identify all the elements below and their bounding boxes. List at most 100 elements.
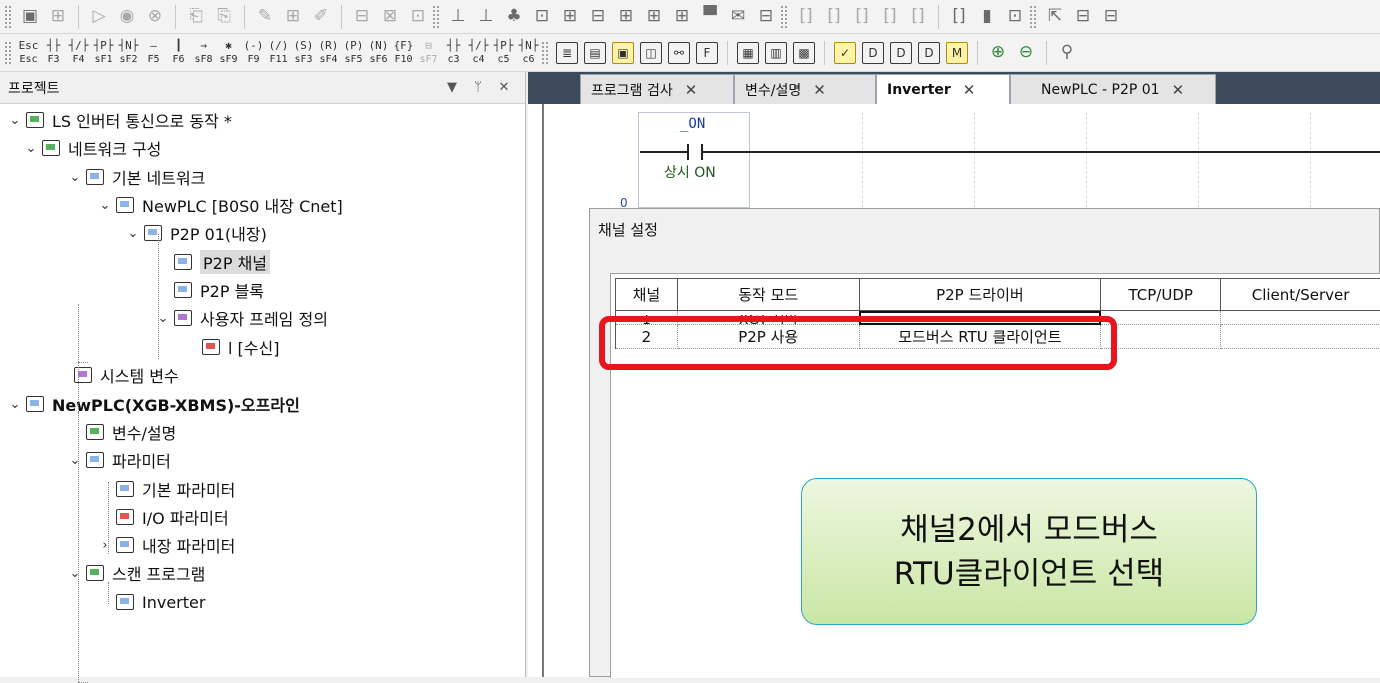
ladder-key-sf3[interactable]: (S)sF3 [292,36,315,70]
goto-icon[interactable]: ⊞ [613,4,639,30]
device-dd-icon[interactable]: D [890,42,912,64]
column-header-channel[interactable]: 채널 [616,279,678,311]
copy-icon[interactable]: ⊥ [473,4,499,30]
ladder-key-f9[interactable]: (-)F9 [242,36,265,70]
tree-scan-program[interactable]: ⌄스캔 프로그램 [66,559,205,587]
tree-inverter[interactable]: Inverter [96,588,205,616]
ladder-key-sf2[interactable]: ┤N├sF2 [117,36,140,70]
settings-icon[interactable]: ⊟ [753,4,779,30]
device-db-icon[interactable]: D [918,42,940,64]
chevron-down-icon[interactable]: ⌄ [6,397,24,412]
tree-io-params[interactable]: I/O 파라미터 [96,503,229,531]
print-icon[interactable]: ▀ [697,4,723,30]
ladder-key-sf4[interactable]: (R)sF4 [317,36,340,70]
tree-p2p-channel[interactable]: P2P 채널 [154,248,270,276]
chevron-down-icon[interactable]: ⌄ [66,453,84,468]
ladder-key-sf5[interactable]: (P)sF5 [342,36,365,70]
chevron-down-icon[interactable]: ⌄ [96,198,114,213]
bracket-2-icon[interactable]: [] [821,4,847,30]
tree-builtin-params[interactable]: ›내장 파라미터 [96,531,235,559]
panel-close-icon[interactable]: ✕ [491,80,517,95]
ladder-key-sf1[interactable]: ┤P├sF1 [92,36,115,70]
chevron-down-icon[interactable]: ⌄ [154,311,172,326]
tab-variables[interactable]: 변수/설명✕ [734,74,876,104]
diagnose-icon[interactable]: ⊡ [405,4,431,30]
zoom-fit-icon[interactable]: ⊞ [669,4,695,30]
ladder-key-c6[interactable]: ┤N├c6 [517,36,540,70]
bracket-5-icon[interactable]: [] [905,4,931,30]
bracket-3-icon[interactable]: [] [849,4,875,30]
tree-variables[interactable]: 변수/설명 [66,418,176,446]
print-preview-icon[interactable]: ✉ [725,4,751,30]
column-header-tcp-udp[interactable]: TCP/UDP [1101,279,1221,311]
chevron-down-icon[interactable]: ⌄ [66,170,84,185]
tree-project-root[interactable]: ⌄LS 인버터 통신으로 동작 * [6,106,232,134]
tree-p2p-01[interactable]: ⌄P2P 01(내장) [124,219,267,247]
view-mode-icon[interactable]: ◫ [640,42,662,64]
read-icon[interactable]: ⎘ [211,4,237,30]
insert-rung-icon[interactable]: [] [946,4,972,30]
ladder-key-c5[interactable]: ┤P├c5 [492,36,515,70]
ladder-key-sf8[interactable]: →sF8 [192,36,215,70]
ladder-key-sf9[interactable]: ✱sF9 [217,36,240,70]
insert-func-icon[interactable]: ▮ [974,4,1000,30]
chevron-down-icon[interactable]: ⌄ [124,226,142,241]
tree-system-vars[interactable]: 시스템 변수 [54,361,179,389]
f4-contact-icon[interactable]: ⊟ [1098,4,1124,30]
view-link-icon[interactable]: ⚯ [668,42,690,64]
zoom-in-icon[interactable]: ⊕ [985,40,1011,66]
ladder-key-esc[interactable]: EscEsc [17,36,40,70]
f3-contact-icon[interactable]: ⊟ [1070,4,1096,30]
tree-p2p-block[interactable]: P2P 블록 [154,276,264,304]
ladder-key-f11[interactable]: (/)F11 [267,36,290,70]
find-icon[interactable]: ⊞ [557,4,583,30]
tree-newplc-offline[interactable]: ⌄NewPLC(XGB-XBMS)-오프라인 [6,390,300,418]
ladder-key-f3[interactable]: ┤├F3 [42,36,65,70]
comment-check-icon[interactable]: ✓ [834,42,856,64]
compile-all-icon[interactable]: ⊠ [377,4,403,30]
tab-newplc-p2p01[interactable]: NewPLC - P2P 01✕ [1010,74,1216,104]
column-header-mode[interactable]: 동작 모드 [677,279,859,311]
cell-tcp-udp[interactable] [1101,325,1221,349]
ladder-key-f5[interactable]: —F5 [142,36,165,70]
close-icon[interactable]: ✕ [813,81,826,99]
ladder-key-f4[interactable]: ┤/├F4 [67,36,90,70]
view-list-icon[interactable]: ≣ [556,42,578,64]
ladder-key-f6[interactable]: ┃F6 [167,36,190,70]
compile-icon[interactable]: ⊟ [349,4,375,30]
bracket-1-icon[interactable]: [] [793,4,819,30]
tree-newplc-cnet[interactable]: ⌄NewPLC [B0S0 내장 Cnet] [96,191,343,219]
find-device-icon[interactable]: ⚲ [1054,40,1080,66]
column-header-client-server[interactable]: Client/Server [1221,279,1380,311]
monitor-icon[interactable]: ✎ [252,4,278,30]
chevron-down-icon[interactable]: ⌄ [22,141,40,156]
cell-client-server[interactable] [1221,311,1380,325]
ladder-key-sf7[interactable]: ⊟sF7 [417,36,440,70]
esc-select-icon[interactable]: ⇱ [1042,4,1068,30]
tab-program-check[interactable]: 프로그램 검사✕ [580,74,734,104]
device-m-icon[interactable]: M [946,42,968,64]
ladder-key-c3[interactable]: ┤├c3 [442,36,465,70]
ladder-key-f10[interactable]: {F}F10 [392,36,415,70]
view-window-icon[interactable]: ▣ [612,42,634,64]
tree-parameters[interactable]: ⌄파라미터 [66,446,171,474]
pause-icon[interactable]: ⊗ [142,4,168,30]
close-icon[interactable]: ✕ [685,81,698,99]
column-header-driver[interactable]: P2P 드라이버 [859,279,1101,311]
tree-user-frame[interactable]: ⌄사용자 프레임 정의 [154,304,328,332]
monitor-start-icon[interactable]: ⊞ [280,4,306,30]
plc-connect-icon[interactable]: ▣ [17,4,43,30]
panel-dropdown-icon[interactable]: ▼ [439,80,465,95]
tree-basic-params[interactable]: 기본 파라미터 [96,475,235,503]
toolbar-grip[interactable] [4,5,12,29]
tree-frame-recv[interactable]: l [수신] [182,333,279,361]
monitor-stop-icon[interactable]: ✐ [308,4,334,30]
insert-fb-icon[interactable]: ⊡ [1002,4,1028,30]
ladder-key-c4[interactable]: ┤/├c4 [467,36,490,70]
plc-disconnect-icon[interactable]: ⊞ [45,4,71,30]
stop-icon[interactable]: ◉ [114,4,140,30]
panel-pin-icon[interactable]: ᛘ [465,80,491,95]
chevron-down-icon[interactable]: › [96,538,114,553]
device-d-icon[interactable]: D [862,42,884,64]
chevron-down-icon[interactable]: ⌄ [66,566,84,581]
